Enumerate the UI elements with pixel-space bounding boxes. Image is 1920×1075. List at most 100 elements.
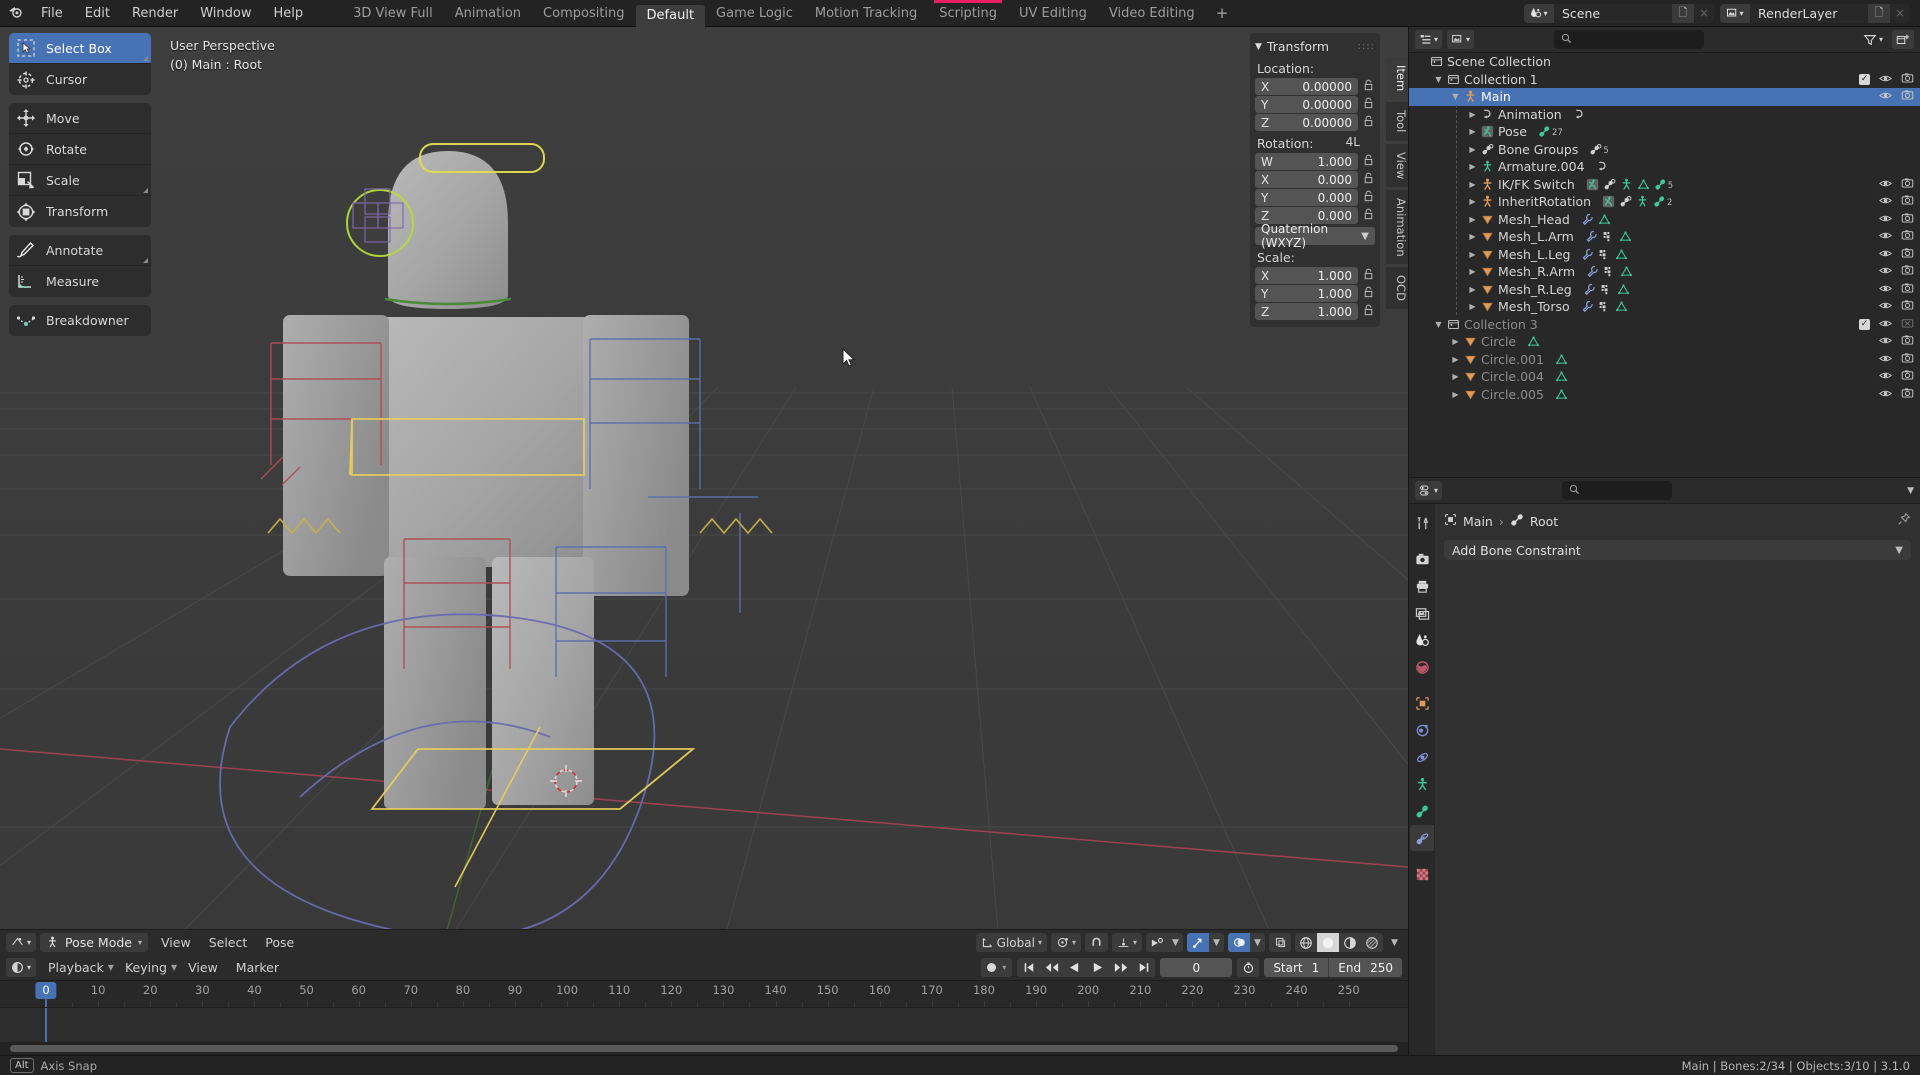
badge-bone-group-icon[interactable]	[1619, 195, 1632, 208]
timeline-editor-icon[interactable]: ▾	[6, 958, 37, 977]
outliner-row-mesh-l-arm[interactable]: ▶ Mesh_L.Arm	[1409, 228, 1920, 246]
badge-modifier-icon[interactable]	[1586, 265, 1599, 278]
play-icon[interactable]	[1086, 958, 1109, 977]
lock-icon[interactable]	[1362, 190, 1375, 205]
camera-icon[interactable]	[1901, 264, 1914, 279]
workspace-tab-default[interactable]: Default	[635, 4, 706, 27]
checkbox-checked-icon[interactable]: ✓	[1859, 73, 1870, 85]
tool-transform[interactable]: Transform	[9, 196, 151, 227]
badge-vertex-group-icon[interactable]	[1600, 283, 1613, 296]
tool-breakdowner[interactable]: Breakdowner	[9, 305, 151, 336]
viewport-menu-select[interactable]: Select	[200, 935, 257, 950]
badge-mesh-data-icon[interactable]	[1555, 370, 1568, 383]
badge-animation-icon[interactable]	[1596, 160, 1609, 173]
jump-start-icon[interactable]	[1017, 958, 1040, 977]
viewport-menu-view[interactable]: View	[152, 935, 200, 950]
chevron-right-icon[interactable]: ▶	[1466, 162, 1479, 171]
field-z[interactable]: Z 0.00000	[1255, 114, 1358, 131]
view-layer-selector[interactable]: ▾ RenderLayer 🗋 ×	[1720, 3, 1910, 23]
workspace-tab-3d-view-full[interactable]: 3D View Full	[342, 0, 444, 27]
chevron-down-icon[interactable]: ▼	[1209, 933, 1224, 952]
outliner-row-mesh-r-arm[interactable]: ▶ Mesh_R.Arm	[1409, 263, 1920, 281]
camera-icon[interactable]	[1901, 299, 1914, 314]
chevron-right-icon[interactable]: ▶	[1466, 145, 1479, 154]
side-tab-animation[interactable]: Animation	[1386, 189, 1408, 265]
badge-animation-icon[interactable]	[1573, 108, 1586, 121]
rotation-mode-dropdown[interactable]: Quaternion (WXYZ) ▼	[1255, 222, 1375, 250]
field-y[interactable]: Y 0.00000	[1255, 96, 1358, 113]
outliner-editor[interactable]: ▾ ▾ ▾ Scene Collection ▼ Collection 1 ✓ …	[1408, 27, 1920, 477]
outliner-search-input[interactable]	[1554, 30, 1705, 49]
badge-mesh-data-icon[interactable]	[1555, 388, 1568, 401]
camera-disabled-icon[interactable]	[1901, 317, 1914, 332]
badge-bone-icon[interactable]: 5	[1654, 178, 1673, 191]
rendered-icon[interactable]	[1361, 933, 1383, 952]
badge-vertex-group-icon[interactable]	[1598, 248, 1611, 261]
properties-tab-object[interactable]	[1410, 690, 1434, 716]
view-layer-name[interactable]: RenderLayer	[1750, 3, 1868, 23]
camera-icon[interactable]	[1901, 369, 1914, 384]
properties-tab-physics[interactable]	[1410, 717, 1434, 743]
outliner-display-icon[interactable]: ▾	[1415, 30, 1443, 49]
timeline-menu-keying[interactable]: Keying	[116, 960, 176, 975]
badge-pose-icon[interactable]	[1602, 195, 1615, 208]
camera-icon[interactable]	[1901, 89, 1914, 104]
timeline-keyframe-area[interactable]	[0, 1007, 1408, 1043]
badge-pose-icon[interactable]	[1586, 178, 1599, 191]
chevron-right-icon[interactable]: ▶	[1466, 110, 1479, 119]
outliner-row-circle-001[interactable]: ▶ Circle.001	[1409, 351, 1920, 369]
menu-help[interactable]: Help	[263, 3, 315, 24]
outliner-row-ik-fk-switch[interactable]: ▶ IK/FK Switch 5	[1409, 176, 1920, 194]
eye-icon[interactable]	[1879, 212, 1892, 227]
wireframe-icon[interactable]	[1295, 933, 1317, 952]
chevron-right-icon[interactable]: ▶	[1466, 285, 1479, 294]
workspace-tab-scripting[interactable]: Scripting	[928, 0, 1008, 27]
properties-editor[interactable]: ▾ ▼ Main › Root Add Bone Constraint ▼	[1408, 477, 1920, 1055]
badge-bone-group-icon[interactable]	[1603, 178, 1616, 191]
badge-modifier-icon[interactable]	[1581, 248, 1594, 261]
menu-window[interactable]: Window	[189, 3, 262, 24]
outliner-row-inheritrotation[interactable]: ▶ InheritRotation 2	[1409, 193, 1920, 211]
playhead-label[interactable]: 0	[35, 982, 57, 999]
eye-icon[interactable]	[1879, 89, 1892, 104]
tool-select-box[interactable]: Select Box	[9, 33, 151, 64]
eye-icon[interactable]	[1879, 352, 1892, 367]
unlink-scene-button[interactable]: ×	[1694, 4, 1714, 23]
lock-icon[interactable]	[1362, 208, 1375, 223]
properties-tab-scene[interactable]	[1410, 627, 1434, 653]
properties-search-input[interactable]	[1562, 481, 1673, 500]
chevron-right-icon[interactable]: ▶	[1466, 180, 1479, 189]
prev-keyframe-icon[interactable]	[1040, 958, 1063, 977]
eye-icon[interactable]	[1879, 177, 1892, 192]
badge-bone-icon[interactable]: 2	[1653, 195, 1672, 208]
badge-modifier-icon[interactable]	[1581, 213, 1594, 226]
outliner-row-armature-004[interactable]: ▶ Armature.004	[1409, 158, 1920, 176]
outliner-row-animation[interactable]: ▶ Animation	[1409, 106, 1920, 124]
add-workspace-button[interactable]: +	[1206, 4, 1239, 22]
chevron-down-icon[interactable]: ▼	[1250, 933, 1265, 952]
badge-armature-data-icon[interactable]	[1636, 195, 1649, 208]
badge-bone-group-icon[interactable]: 5	[1589, 143, 1609, 156]
properties-tab-texture[interactable]	[1410, 861, 1434, 887]
side-tab-tool[interactable]: Tool	[1386, 102, 1408, 141]
badge-armature-data-icon[interactable]	[1620, 178, 1633, 191]
snap-magnet-icon[interactable]	[1084, 933, 1108, 952]
field-x[interactable]: X 0.00000	[1255, 78, 1358, 95]
chevron-right-icon[interactable]: ▶	[1466, 197, 1479, 206]
outliner-row-mesh-l-leg[interactable]: ▶ Mesh_L.Leg	[1409, 246, 1920, 264]
properties-tab-object-constraint[interactable]	[1410, 744, 1434, 770]
badge-mesh-data-icon[interactable]	[1637, 178, 1650, 191]
properties-editor-icon[interactable]: ▾	[1415, 481, 1443, 500]
chevron-down-icon[interactable]: ▼	[1432, 320, 1445, 329]
eye-icon[interactable]	[1879, 194, 1892, 209]
auto-keying-toggle[interactable]: ▾	[981, 958, 1013, 977]
outliner-row-pose[interactable]: ▶ Pose 27	[1409, 123, 1920, 141]
pin-icon[interactable]	[1897, 512, 1911, 530]
3d-viewport[interactable]: User Perspective (0) Main : Root Select …	[0, 27, 1408, 955]
overlays-toggle-group[interactable]: ▼	[1228, 933, 1265, 952]
current-frame-field[interactable]: 0	[1160, 958, 1233, 977]
overlays-icon[interactable]	[1228, 933, 1250, 952]
badge-mesh-data-icon[interactable]	[1555, 353, 1568, 366]
unlink-view-layer-button[interactable]: ×	[1890, 4, 1910, 23]
timeline-menu-playback[interactable]: Playback	[39, 960, 113, 975]
